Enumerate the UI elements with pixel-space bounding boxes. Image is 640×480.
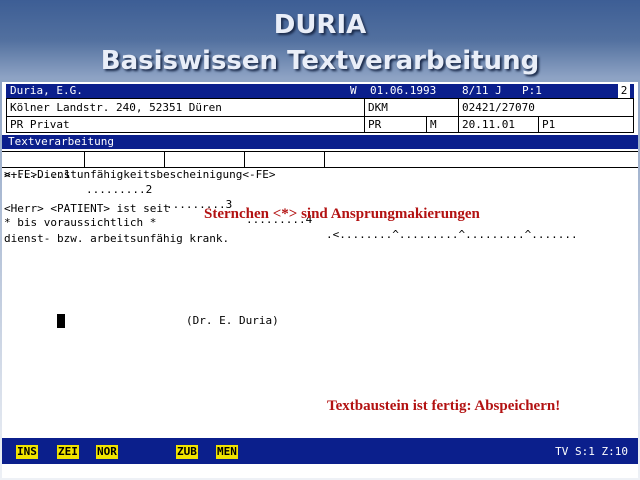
slide-subtitle: Basiswissen Textverarbeitung — [100, 46, 540, 76]
patient-name[interactable]: Duria, E.G. — [10, 84, 346, 98]
men-key-button[interactable]: MEN — [216, 445, 238, 459]
terminal-screen: Duria, E.G. W 01.06.1993 8/11 J P:1 2 Kö… — [2, 82, 638, 478]
slide-title: DURIA — [273, 10, 367, 40]
grid-line — [6, 132, 634, 133]
grid-line — [458, 98, 459, 132]
document-line[interactable]: <Herr> <PATIENT> ist seit — [4, 202, 170, 216]
annotation-jump-marks: Sternchen <*> sind Ansprungmakierungen — [204, 206, 480, 222]
grid-line — [538, 116, 539, 132]
ruler-divider — [324, 152, 325, 167]
zei-key-button[interactable]: ZEI — [57, 445, 79, 459]
patient-header-row: Duria, E.G. W 01.06.1993 8/11 J P:1 2 — [6, 84, 634, 98]
insurance-type: PR — [368, 118, 382, 131]
ruler-divider — [84, 152, 85, 167]
grid-line — [6, 98, 634, 99]
insurer-code: DKM — [368, 101, 388, 114]
cursor-position-status: TV S:1 Z:10 — [555, 445, 628, 458]
document-line[interactable]: * bis voraussichtlich * — [4, 216, 156, 230]
insurance-status: PR Privat — [10, 118, 70, 131]
tab-ruler[interactable]: >........1 .........2 .........3 .......… — [2, 151, 638, 241]
document-line[interactable]: dienst- bzw. arbeitsunfähig krank. — [4, 232, 229, 246]
grid-line — [6, 116, 634, 117]
patient-phone: 02421/27070 — [462, 101, 535, 114]
text-cursor — [57, 314, 65, 328]
grid-line — [364, 98, 365, 132]
patient-age: 8/11 J — [462, 84, 502, 97]
ins-key-button[interactable]: INS — [16, 445, 38, 459]
zub-key-button[interactable]: ZUB — [176, 445, 198, 459]
visit-date: 20.11.01 — [462, 118, 515, 131]
grid-line — [426, 116, 427, 132]
patient-sex: M — [430, 118, 437, 131]
nor-key-button[interactable]: NOR — [96, 445, 118, 459]
patient-address[interactable]: Kölner Landstr. 240, 52351 Düren — [10, 101, 222, 114]
status-bar: INS ZEI NOR ZUB MEN TV S:1 Z:10 — [2, 438, 638, 464]
ruler-divider — [164, 152, 165, 167]
birth-date: 01.06.1993 — [370, 84, 437, 97]
patient-flag: W — [350, 84, 357, 97]
visit-code: P1 — [542, 118, 556, 131]
ruler-segment: .........2 — [86, 183, 153, 196]
section-label: Textverarbeitung — [2, 135, 638, 149]
annotation-save-hint: Textbaustein ist fertig: Abspeichern! — [327, 398, 561, 414]
count-badge: 2 — [618, 84, 630, 98]
document-signature[interactable]: (Dr. E. Duria) — [186, 314, 279, 328]
page-indicator: P:1 — [522, 84, 542, 97]
ruler-divider — [244, 152, 245, 167]
document-heading[interactable]: <+FE>Dienstunfähigkeitsbescheinigung<-FE… — [4, 168, 276, 182]
ruler-segment: .<........^.........^.........^....... — [326, 228, 578, 241]
grid-line — [6, 98, 7, 132]
grid-line — [633, 98, 634, 132]
